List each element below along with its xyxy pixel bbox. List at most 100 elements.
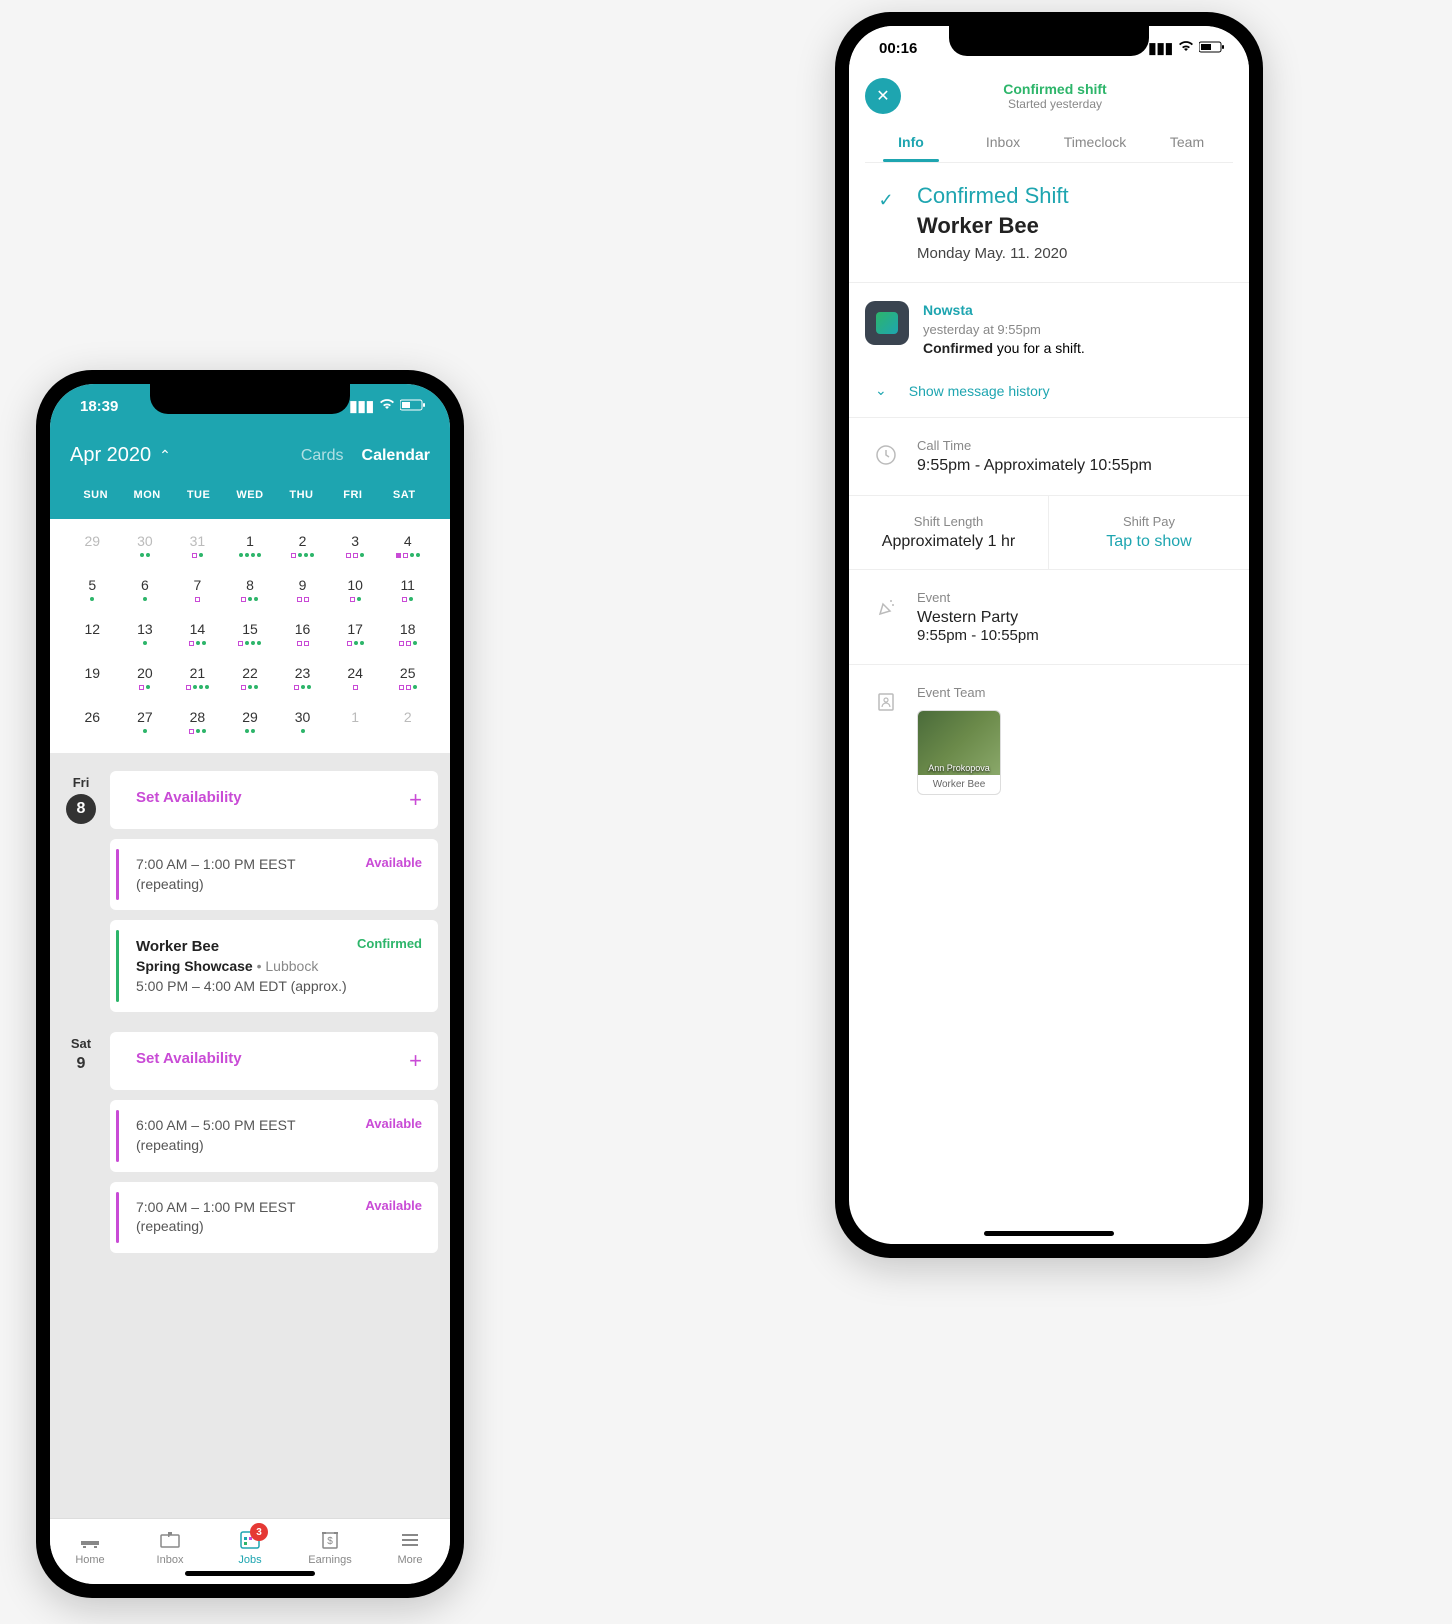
close-button[interactable]: ✕	[865, 78, 901, 114]
calendar-day[interactable]: 29	[66, 533, 119, 559]
day-number: 3	[329, 533, 382, 549]
availability-card[interactable]: 6:00 AM – 5:00 PM EEST(repeating)Availab…	[110, 1100, 438, 1171]
day-number: 2	[381, 709, 434, 725]
shift-card[interactable]: Worker BeeSpring Showcase • Lubbock5:00 …	[110, 920, 438, 1012]
event-dots	[171, 597, 224, 603]
set-availability-card[interactable]: Set Availability+	[110, 1032, 438, 1090]
cards-column: Set Availability+ 7:00 AM – 1:00 PM EEST(…	[110, 771, 438, 1012]
view-cards-tab[interactable]: Cards	[301, 447, 344, 465]
day-number: 29	[66, 533, 119, 549]
calendar-day[interactable]: 30	[276, 709, 329, 735]
day-number: 28	[171, 709, 224, 725]
calendar-day[interactable]: 13	[119, 621, 172, 647]
set-availability-card[interactable]: Set Availability+	[110, 771, 438, 829]
detail-tab-team[interactable]: Team	[1141, 124, 1233, 162]
calendar-day[interactable]: 28	[171, 709, 224, 735]
day-number: 9	[62, 1055, 100, 1073]
calendar-day[interactable]: 16	[276, 621, 329, 647]
message-from: Nowsta	[923, 301, 1233, 321]
day-label: Fri8	[62, 771, 100, 1012]
calendar-day[interactable]: 31	[171, 533, 224, 559]
calendar-day[interactable]: 6	[119, 577, 172, 603]
notch	[150, 384, 350, 414]
event-dots	[329, 641, 382, 647]
calendar-day[interactable]: 8	[224, 577, 277, 603]
event-dots	[276, 553, 329, 559]
day-number: 13	[119, 621, 172, 637]
shift-pay-cell[interactable]: Shift Pay Tap to show	[1049, 496, 1249, 569]
calendar-day[interactable]: 22	[224, 665, 277, 691]
view-calendar-tab[interactable]: Calendar	[362, 447, 430, 465]
home-indicator	[984, 1231, 1114, 1236]
day-number: 12	[66, 621, 119, 637]
dow-label: SAT	[379, 489, 430, 501]
more-icon	[399, 1527, 421, 1551]
month-toggle[interactable]: Apr 2020 ⌃	[70, 444, 171, 467]
detail-tab-timeclock[interactable]: Timeclock	[1049, 124, 1141, 162]
calendar-day[interactable]: 27	[119, 709, 172, 735]
day-number: 23	[276, 665, 329, 681]
party-icon	[871, 592, 901, 622]
calendar-day[interactable]: 30	[119, 533, 172, 559]
day-events[interactable]: Fri8 Set Availability+ 7:00 AM – 1:00 PM E…	[50, 753, 450, 1518]
day-number: 24	[329, 665, 382, 681]
calendar-day[interactable]: 10	[329, 577, 382, 603]
calendar-day[interactable]: 12	[66, 621, 119, 647]
show-history-button[interactable]: ⌄ Show message history	[865, 376, 1233, 417]
detail-header: ✕ Confirmed shift Started yesterday Info…	[849, 70, 1249, 163]
status-time: 18:39	[80, 398, 118, 415]
calendar-day[interactable]: 25	[381, 665, 434, 691]
calendar-day[interactable]: 11	[381, 577, 434, 603]
tab-label: Home	[75, 1554, 104, 1566]
tab-earnings[interactable]: $ Earnings	[290, 1527, 370, 1566]
event-dots	[224, 597, 277, 603]
calendar-day[interactable]: 3	[329, 533, 382, 559]
day-number: 8	[66, 794, 96, 824]
event-dots	[171, 685, 224, 691]
day-number: 6	[119, 577, 172, 593]
calendar-day[interactable]: 29	[224, 709, 277, 735]
tab-more[interactable]: More	[370, 1527, 450, 1566]
detail-tab-inbox[interactable]: Inbox	[957, 124, 1049, 162]
event-dots	[329, 729, 382, 735]
calendar-day[interactable]: 15	[224, 621, 277, 647]
calendar-day[interactable]: 4	[381, 533, 434, 559]
calendar-day[interactable]: 20	[119, 665, 172, 691]
calendar-day[interactable]: 1	[224, 533, 277, 559]
availability-card[interactable]: 7:00 AM – 1:00 PM EEST(repeating)Availab…	[110, 1182, 438, 1253]
calendar-day[interactable]: 14	[171, 621, 224, 647]
calendar-day[interactable]: 24	[329, 665, 382, 691]
calendar-day[interactable]: 2	[381, 709, 434, 735]
team-label: Event Team	[917, 685, 1249, 700]
tab-label: Earnings	[308, 1554, 351, 1566]
detail-body[interactable]: ✓ Confirmed Shift Worker Bee Monday May.…	[849, 163, 1249, 1244]
detail-tab-info[interactable]: Info	[865, 124, 957, 162]
calendar-day[interactable]: 18	[381, 621, 434, 647]
calendar-day[interactable]: 26	[66, 709, 119, 735]
day-number: 11	[381, 577, 434, 593]
stripe	[116, 1110, 119, 1161]
tab-jobs[interactable]: 3 Jobs	[210, 1527, 290, 1566]
day-number: 31	[171, 533, 224, 549]
calendar-day[interactable]: 7	[171, 577, 224, 603]
plus-icon: +	[409, 787, 422, 813]
calendar-day[interactable]: 17	[329, 621, 382, 647]
tab-home[interactable]: Home	[50, 1527, 130, 1566]
calendar-day[interactable]: 21	[171, 665, 224, 691]
calendar-day[interactable]: 19	[66, 665, 119, 691]
status-icons: ▮▮▮	[1148, 39, 1225, 57]
calendar-day[interactable]: 1	[329, 709, 382, 735]
stripe	[116, 930, 119, 1002]
event-dots	[66, 685, 119, 691]
calendar-day[interactable]: 9	[276, 577, 329, 603]
event-dots	[224, 685, 277, 691]
team-member[interactable]: Ann Prokopova Worker Bee	[917, 710, 1001, 795]
availability-card[interactable]: 7:00 AM – 1:00 PM EEST(repeating)Availab…	[110, 839, 438, 910]
calendar-day[interactable]: 2	[276, 533, 329, 559]
calendar-day[interactable]: 5	[66, 577, 119, 603]
day-number: 1	[329, 709, 382, 725]
calendar-day[interactable]: 23	[276, 665, 329, 691]
day-section: Fri8 Set Availability+ 7:00 AM – 1:00 PM E…	[62, 771, 438, 1012]
tab-inbox[interactable]: Inbox	[130, 1527, 210, 1566]
calltime-label: Call Time	[917, 438, 1249, 453]
